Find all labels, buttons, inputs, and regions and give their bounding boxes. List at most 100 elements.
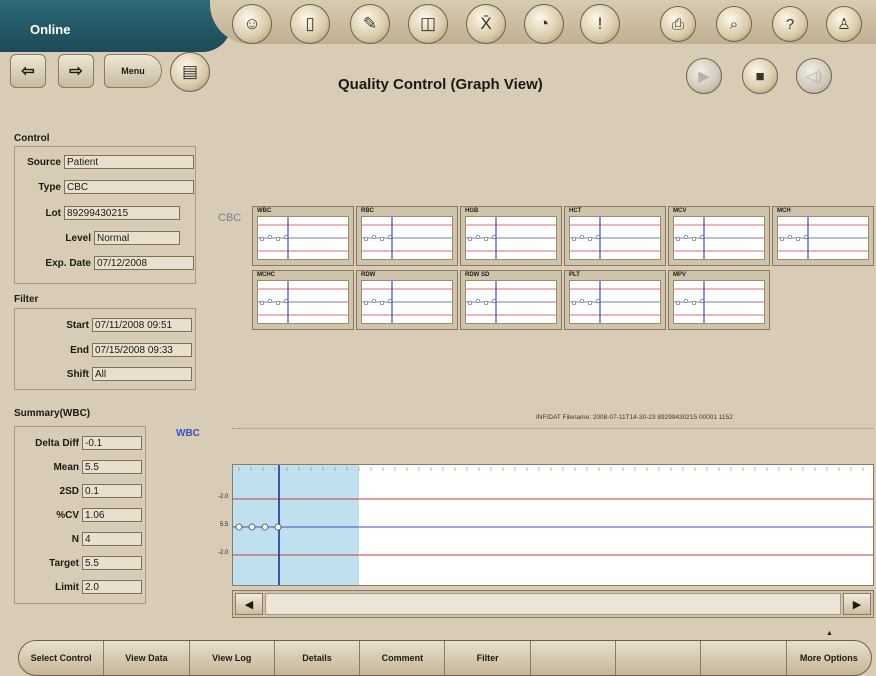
qc-thumbnail[interactable]: PLT — [564, 270, 666, 330]
qc-thumbnail[interactable]: MPV — [668, 270, 770, 330]
thumbnail-svg — [362, 281, 452, 323]
thumbnail-point — [579, 298, 585, 304]
control-group: Source Patient Type CBC Lot 89299430215 Lev… — [14, 146, 196, 284]
status-label: Online — [30, 22, 71, 37]
qc-thumbnail[interactable]: WBC — [252, 206, 354, 266]
thumbnail-grid: WBC RBC HGB HCT MCV MCH MCHC RDW RDW SD PLT MPV — [252, 206, 874, 332]
horizontal-scrollbar[interactable]: ◀ ▶ — [232, 590, 874, 618]
toolbar-button-0[interactable]: Select Control — [19, 641, 105, 675]
qc-thumbnail[interactable]: MCHC — [252, 270, 354, 330]
summary-field-2sd: 2SD 0.1 — [15, 484, 142, 498]
start-field[interactable]: 07/11/2008 09:51 — [92, 318, 192, 332]
filter-group: Start 07/11/2008 09:51 End 07/15/2008 09:3… — [14, 308, 196, 390]
toolbar-button-1[interactable]: View Data — [104, 641, 190, 675]
thumbnail-point — [387, 298, 393, 304]
thumbnail-title: HGB — [465, 208, 479, 214]
qc-thumbnail[interactable]: RBC — [356, 206, 458, 266]
user-button[interactable]: ♙ — [826, 6, 862, 42]
people-icon: ☺ — [243, 14, 261, 33]
thumbnail-plot — [673, 280, 765, 324]
data-point — [248, 523, 256, 531]
field-label: N — [71, 533, 79, 545]
type-field[interactable]: CBC — [64, 180, 194, 194]
scroll-track[interactable] — [265, 593, 841, 615]
search-button[interactable]: ⌕ — [716, 6, 752, 42]
qc-thumbnail[interactable]: MCV — [668, 206, 770, 266]
thumbnail-point — [379, 236, 385, 242]
help-button[interactable]: ? — [772, 6, 808, 42]
shift-field[interactable]: All — [92, 367, 192, 381]
menu-button[interactable]: Menu — [104, 54, 162, 88]
control-field-exp-date: Exp. Date 07/12/2008 — [15, 256, 194, 270]
thumbnail-point — [787, 234, 793, 240]
sound-button[interactable]: ◁) — [796, 58, 832, 94]
toolbar-button-6[interactable] — [531, 641, 617, 675]
worklist-button[interactable]: ✎ — [350, 4, 390, 44]
stop-button[interactable]: ■ — [742, 58, 778, 94]
scroll-right-button[interactable]: ▶ — [843, 593, 871, 615]
thumbnail-point — [803, 234, 809, 240]
main-graph[interactable] — [232, 464, 874, 586]
play-icon: ▶ — [698, 68, 710, 85]
qc-thumbnail[interactable]: RDW SD — [460, 270, 562, 330]
thumbnail-plot — [257, 280, 349, 324]
source-field[interactable]: Patient — [64, 155, 194, 169]
triangle-right-icon: ▶ — [852, 598, 862, 611]
thumbnail-plot — [361, 216, 453, 260]
summary-section-title: Summary(WBC) — [14, 408, 91, 419]
field-label: Mean — [53, 461, 79, 473]
triangle-left-icon: ◀ — [244, 598, 254, 611]
toolbar-button-2[interactable]: View Log — [190, 641, 275, 675]
tube-button[interactable]: ▯ — [290, 4, 330, 44]
limit-field: 2.0 — [82, 580, 142, 594]
play-button[interactable]: ▶ — [686, 58, 722, 94]
thumbnail-svg — [362, 217, 452, 259]
toolbar-button-8[interactable] — [701, 641, 787, 675]
filter-field-shift: Shift All — [15, 367, 192, 381]
thumbnail-point — [675, 236, 681, 242]
summary-field-target: Target 5.5 — [15, 556, 142, 570]
thumbnail-point — [579, 234, 585, 240]
thumbnail-point — [491, 298, 497, 304]
summary-field-cv: %CV 1.06 — [15, 508, 142, 522]
qc-thumbnail[interactable]: HGB — [460, 206, 562, 266]
gauge-button[interactable]: ◔ — [524, 4, 564, 44]
thumbnail-point — [379, 300, 385, 306]
toolbar-button-7[interactable] — [616, 641, 702, 675]
back-button[interactable]: ⇦ — [10, 54, 46, 88]
toolbar-button-5[interactable]: Filter — [445, 641, 531, 675]
thumbnail-point — [283, 234, 289, 240]
alert-button[interactable]: ! — [580, 4, 620, 44]
lot-field[interactable]: 89299430215 — [64, 206, 180, 220]
thumbnail-point — [595, 298, 601, 304]
scroll-left-button[interactable]: ◀ — [235, 593, 263, 615]
toolbar-button-9[interactable]: More Options — [787, 641, 871, 675]
summary-field-n: N4 — [15, 532, 142, 546]
exp-date-field[interactable]: 07/12/2008 — [94, 256, 194, 270]
thumbnail-point — [363, 300, 369, 306]
calibration-button[interactable]: X̄ — [466, 4, 506, 44]
thumbnail-title: MCH — [777, 208, 791, 214]
level-field[interactable]: Normal — [94, 231, 180, 245]
axis-label-lower: -2.0 — [218, 550, 229, 556]
qc-thumbnail[interactable]: RDW — [356, 270, 458, 330]
printer-paper-button[interactable]: ▤ — [170, 52, 210, 92]
thumbnail-point — [275, 236, 281, 242]
qc-thumbnail[interactable]: HCT — [564, 206, 666, 266]
thumbnail-svg — [258, 281, 348, 323]
forward-button[interactable]: ⇨ — [58, 54, 94, 88]
thumbnail-title: RDW — [361, 272, 376, 278]
thumbnail-plot — [465, 216, 557, 260]
patients-button[interactable]: ☺ — [232, 4, 272, 44]
thumbnail-point — [475, 298, 481, 304]
end-field[interactable]: 07/15/2008 09:33 — [92, 343, 192, 357]
qc-thumbnail[interactable]: MCH — [772, 206, 874, 266]
thumbnail-point — [275, 300, 281, 306]
data-point — [235, 523, 243, 531]
mean-field: 5.5 — [82, 460, 142, 474]
toolbar-button-4[interactable]: Comment — [360, 641, 446, 675]
qc-graph-button[interactable]: ◫ — [408, 4, 448, 44]
toolbar-button-3[interactable]: Details — [275, 641, 361, 675]
page-title: Quality Control (Graph View) — [338, 76, 543, 93]
print-button[interactable]: ⎙ — [660, 6, 696, 42]
